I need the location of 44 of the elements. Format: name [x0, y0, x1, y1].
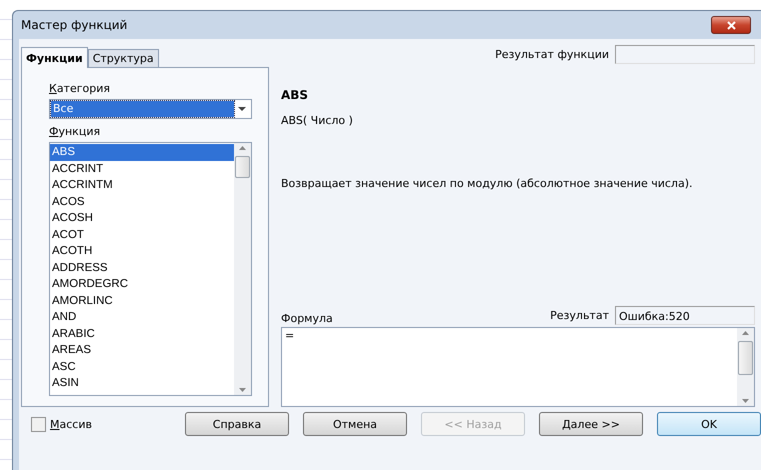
- dialog-button[interactable]: Справка: [185, 412, 289, 436]
- list-item[interactable]: AMORLINC: [50, 292, 234, 309]
- function-description: Возвращает значение чисел по модулю (абсолютное значение числа).: [281, 177, 694, 190]
- dialog-button[interactable]: Далее >>: [539, 412, 643, 436]
- list-item[interactable]: AMORDEGRC: [50, 276, 234, 292]
- array-label: Массив: [50, 418, 92, 430]
- list-item[interactable]: ASC: [50, 358, 234, 375]
- formula-label: Формула: [281, 312, 333, 325]
- scroll-thumb[interactable]: [738, 341, 753, 375]
- category-label: Категория: [49, 82, 111, 95]
- list-item[interactable]: ACCRINT: [50, 160, 234, 177]
- category-dropdown[interactable]: Все: [49, 99, 252, 119]
- list-item[interactable]: ACCRINTM: [50, 177, 234, 194]
- scrollbar[interactable]: [234, 143, 251, 395]
- scroll-down-icon: [239, 388, 246, 392]
- list-item[interactable]: ABS: [50, 144, 234, 160]
- scroll-up-icon: [239, 146, 246, 150]
- list-item[interactable]: ASIN: [50, 375, 234, 392]
- list-item[interactable]: AND: [50, 309, 234, 326]
- scroll-up-icon: [742, 331, 749, 335]
- close-icon: [726, 20, 736, 30]
- list-item[interactable]: ADDRESS: [50, 260, 234, 276]
- window-title: Мастер функций: [20, 18, 128, 32]
- function-syntax: ABS( Число ): [281, 114, 354, 127]
- formula-field[interactable]: =: [281, 327, 755, 407]
- list-item[interactable]: ACOTH: [50, 243, 234, 260]
- close-button[interactable]: [711, 16, 751, 34]
- function-result-label: Результат функции: [495, 48, 609, 61]
- list-item[interactable]: ACOSH: [50, 210, 234, 226]
- tab[interactable]: Функции: [21, 47, 88, 68]
- array-checkbox[interactable]: [31, 416, 46, 432]
- result-field: Ошибка:520: [615, 306, 755, 325]
- scroll-thumb[interactable]: [235, 156, 250, 178]
- dialog-button[interactable]: OK: [657, 412, 761, 436]
- dialog-button[interactable]: Отмена: [303, 412, 407, 436]
- list-item[interactable]: ACOS: [50, 194, 234, 210]
- list-item[interactable]: AREAS: [50, 342, 234, 358]
- function-label: Функция: [49, 125, 102, 138]
- function-name: ABS: [281, 88, 310, 102]
- scroll-down-icon: [742, 399, 749, 403]
- list-item[interactable]: ACOT: [50, 226, 234, 243]
- tab[interactable]: Структура: [88, 49, 159, 67]
- result-label: Результат: [550, 309, 609, 322]
- list-item[interactable]: ARABIC: [50, 326, 234, 342]
